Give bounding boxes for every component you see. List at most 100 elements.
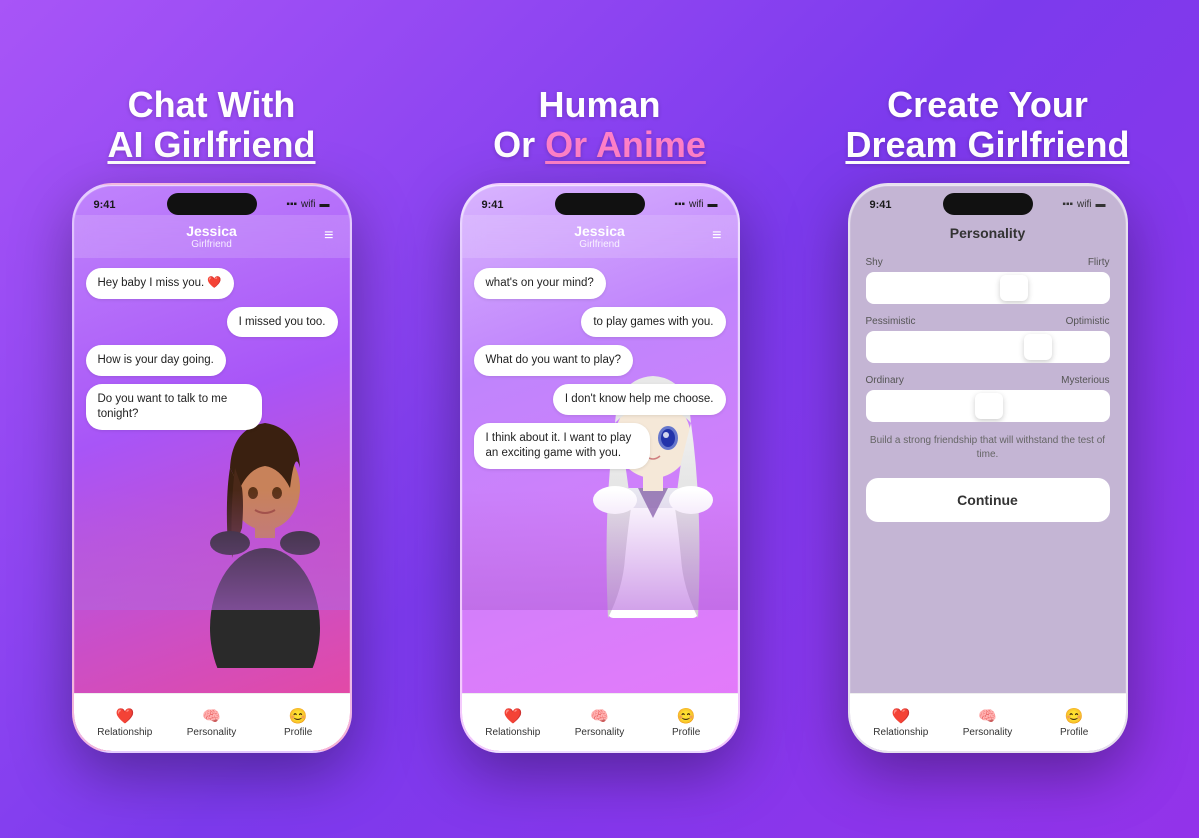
chat-header-1: Jessica Girlfriend ≡ (74, 215, 350, 258)
slider-track-2[interactable] (866, 331, 1110, 363)
tab-label-pro-2: Profile (672, 727, 700, 738)
character-name-1: Jessica (186, 223, 237, 239)
anime-msg-3: What do you want to play? (474, 345, 634, 376)
heart-icon-2: ❤️ (503, 707, 522, 725)
tab-relationship-2[interactable]: ❤️ Relationship (483, 707, 543, 738)
slider-thumb-3[interactable] (975, 393, 1003, 419)
status-icons-2: ▪▪▪ wifi ▬ (674, 199, 717, 210)
continue-button[interactable]: Continue (866, 478, 1110, 522)
menu-icon-2[interactable]: ≡ (712, 227, 721, 245)
tab-profile-3[interactable]: 😊 Profile (1044, 707, 1104, 738)
heart-icon-3: ❤️ (891, 707, 910, 725)
time-1: 9:41 (94, 199, 116, 211)
signal-icon: ▪▪▪ (286, 199, 297, 210)
brain-icon-2: 🧠 (590, 707, 609, 725)
slider-label-mysterious: Mysterious (1061, 375, 1109, 386)
slider-label-flirty: Flirty (1088, 257, 1110, 268)
description-text: Build a strong friendship that will with… (866, 434, 1110, 462)
brain-icon-1: 🧠 (202, 707, 221, 725)
tab-label-pro-3: Profile (1060, 727, 1088, 738)
message-2: I missed you too. (227, 307, 338, 338)
chat-area-2: what's on your mind? to play games with … (462, 258, 738, 480)
slider-thumb-1[interactable] (1000, 275, 1028, 301)
anime-msg-2: to play games with you. (581, 307, 725, 338)
menu-icon-1[interactable]: ≡ (324, 227, 333, 245)
tab-label-per-1: Personality (187, 727, 236, 738)
slider-ordinary-mysterious: Ordinary Mysterious (866, 375, 1110, 422)
time-2: 9:41 (482, 199, 504, 211)
battery-icon-2: ▬ (708, 199, 718, 210)
screen-2: Human Or Or Anime 9:41 ▪▪▪ wifi ▬ Jessic… (415, 19, 785, 819)
headline2-line1: Human (538, 84, 660, 125)
tab-personality-3[interactable]: 🧠 Personality (957, 707, 1017, 738)
tab-relationship-1[interactable]: ❤️ Relationship (95, 707, 155, 738)
headline-line1: Chat With (128, 84, 296, 125)
tab-label-per-3: Personality (963, 727, 1012, 738)
message-3: How is your day going. (86, 345, 226, 376)
signal-icon-2: ▪▪▪ (674, 199, 685, 210)
tab-label-rel-1: Relationship (97, 727, 152, 738)
status-icons-3: ▪▪▪ wifi ▬ (1062, 199, 1105, 210)
personality-heading: Personality (866, 225, 1110, 241)
tab-bar-2: ❤️ Relationship 🧠 Personality 😊 Profile (462, 693, 738, 751)
battery-icon-3: ▬ (1096, 199, 1106, 210)
headline2-line2: Or Anime (545, 124, 706, 165)
tab-label-pro-1: Profile (284, 727, 312, 738)
tab-label-rel-3: Relationship (873, 727, 928, 738)
slider-labels-1: Shy Flirty (866, 257, 1110, 268)
smile-icon-2: 😊 (677, 707, 696, 725)
tab-personality-2[interactable]: 🧠 Personality (569, 707, 629, 738)
or-text: Or (493, 124, 545, 165)
time-3: 9:41 (870, 199, 892, 211)
screen-1: Chat With AI Girlfriend 9:41 ▪▪▪ wifi ▬ … (27, 19, 397, 819)
battery-icon: ▬ (320, 199, 330, 210)
anime-msg-1: what's on your mind? (474, 268, 606, 299)
slider-label-ordinary: Ordinary (866, 375, 904, 386)
headline3-line2: Dream Girlfriend (845, 124, 1129, 165)
slider-label-shy: Shy (866, 257, 883, 268)
brain-icon-3: 🧠 (978, 707, 997, 725)
slider-labels-2: Pessimistic Optimistic (866, 316, 1110, 327)
tab-bar-3: ❤️ Relationship 🧠 Personality 😊 Profile (850, 693, 1126, 751)
message-4: Do you want to talk to me tonight? (86, 384, 262, 430)
anime-msg-4: I don't know help me choose. (553, 384, 726, 415)
tab-profile-1[interactable]: 😊 Profile (268, 707, 328, 738)
character-role-2: Girlfriend (574, 239, 625, 250)
screen3-headline: Create Your Dream Girlfriend (845, 85, 1129, 164)
create-content: Personality Shy Flirty Pessimistic Optim… (850, 215, 1126, 693)
status-icons-1: ▪▪▪ wifi ▬ (286, 199, 329, 210)
wifi-icon-2: wifi (689, 199, 703, 210)
tab-relationship-3[interactable]: ❤️ Relationship (871, 707, 931, 738)
headline3-line1: Create Your (887, 84, 1088, 125)
slider-track-3[interactable] (866, 390, 1110, 422)
heart-icon-1: ❤️ (115, 707, 134, 725)
screen1-headline: Chat With AI Girlfriend (107, 85, 315, 164)
dynamic-island-1 (167, 193, 257, 215)
message-1: Hey baby I miss you. ❤️ (86, 268, 234, 299)
headline-line2: AI Girlfriend (107, 124, 315, 165)
tab-personality-1[interactable]: 🧠 Personality (181, 707, 241, 738)
tab-bar-1: ❤️ Relationship 🧠 Personality 😊 Profile (74, 693, 350, 751)
slider-label-optimistic: Optimistic (1066, 316, 1110, 327)
screen2-headline: Human Or Or Anime (493, 85, 706, 164)
tab-label-per-2: Personality (575, 727, 624, 738)
phone-1: 9:41 ▪▪▪ wifi ▬ Jessica Girlfriend ≡ (72, 183, 352, 753)
chat-name-2: Jessica Girlfriend (574, 223, 625, 250)
smile-icon-3: 😊 (1065, 707, 1084, 725)
dynamic-island-2 (555, 193, 645, 215)
phone-2: 9:41 ▪▪▪ wifi ▬ Jessica Girlfriend ≡ (460, 183, 740, 753)
slider-track-1[interactable] (866, 272, 1110, 304)
phone-3: 9:41 ▪▪▪ wifi ▬ Personality Shy Flirty (848, 183, 1128, 753)
chat-name-1: Jessica Girlfriend (186, 223, 237, 250)
tab-label-rel-2: Relationship (485, 727, 540, 738)
slider-thumb-2[interactable] (1024, 334, 1052, 360)
anime-msg-5: I think about it. I want to play an exci… (474, 423, 650, 469)
signal-icon-3: ▪▪▪ (1062, 199, 1073, 210)
smile-icon-1: 😊 (289, 707, 308, 725)
character-role-1: Girlfriend (186, 239, 237, 250)
chat-area-1: Hey baby I miss you. ❤️ I missed you too… (74, 258, 350, 558)
tab-profile-2[interactable]: 😊 Profile (656, 707, 716, 738)
character-name-2: Jessica (574, 223, 625, 239)
slider-labels-3: Ordinary Mysterious (866, 375, 1110, 386)
slider-label-pessimistic: Pessimistic (866, 316, 916, 327)
